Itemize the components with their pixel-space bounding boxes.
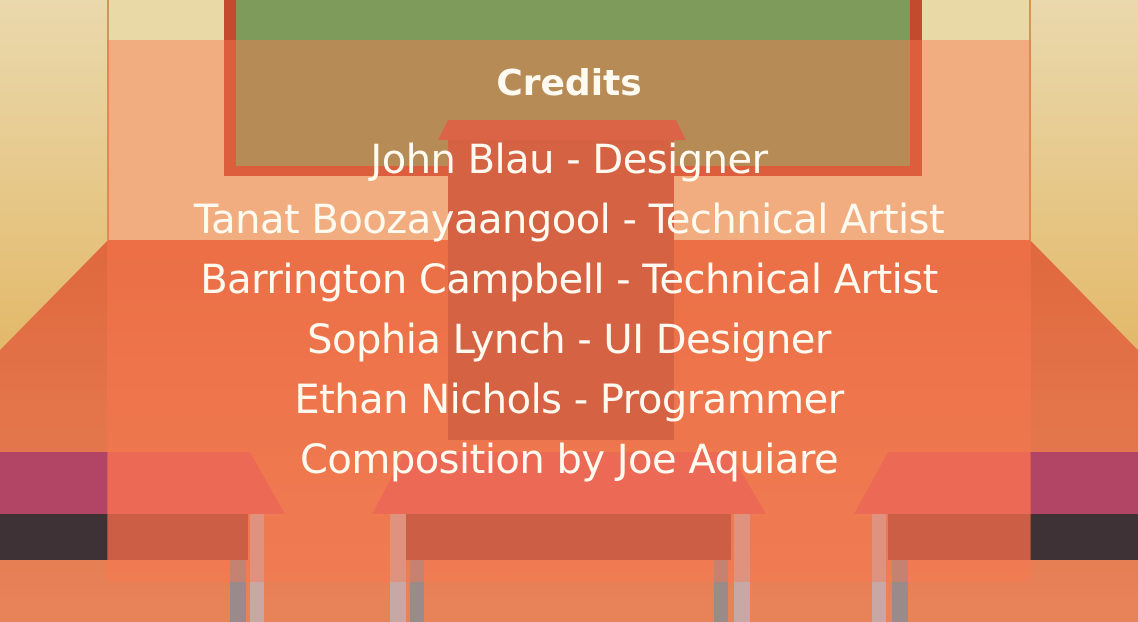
credits-title: Credits xyxy=(496,63,642,104)
left-dark-stripe xyxy=(0,514,108,560)
right-dark-stripe xyxy=(1030,514,1138,560)
credit-line: Tanat Boozayaangool - Technical Artist xyxy=(193,197,945,243)
credit-line: Sophia Lynch - UI Designer xyxy=(307,317,831,363)
credits-screen: Credits John Blau - Designer Tanat Booza… xyxy=(0,0,1138,622)
credit-line: Ethan Nichols - Programmer xyxy=(294,377,844,423)
credits-list: John Blau - Designer Tanat Boozayaangool… xyxy=(0,130,1138,490)
credit-line: Composition by Joe Aquiare xyxy=(299,437,839,483)
credit-line: Barrington Campbell - Technical Artist xyxy=(200,257,938,303)
credit-line: John Blau - Designer xyxy=(370,137,768,183)
credits-content: Credits John Blau - Designer Tanat Booza… xyxy=(0,40,1138,490)
